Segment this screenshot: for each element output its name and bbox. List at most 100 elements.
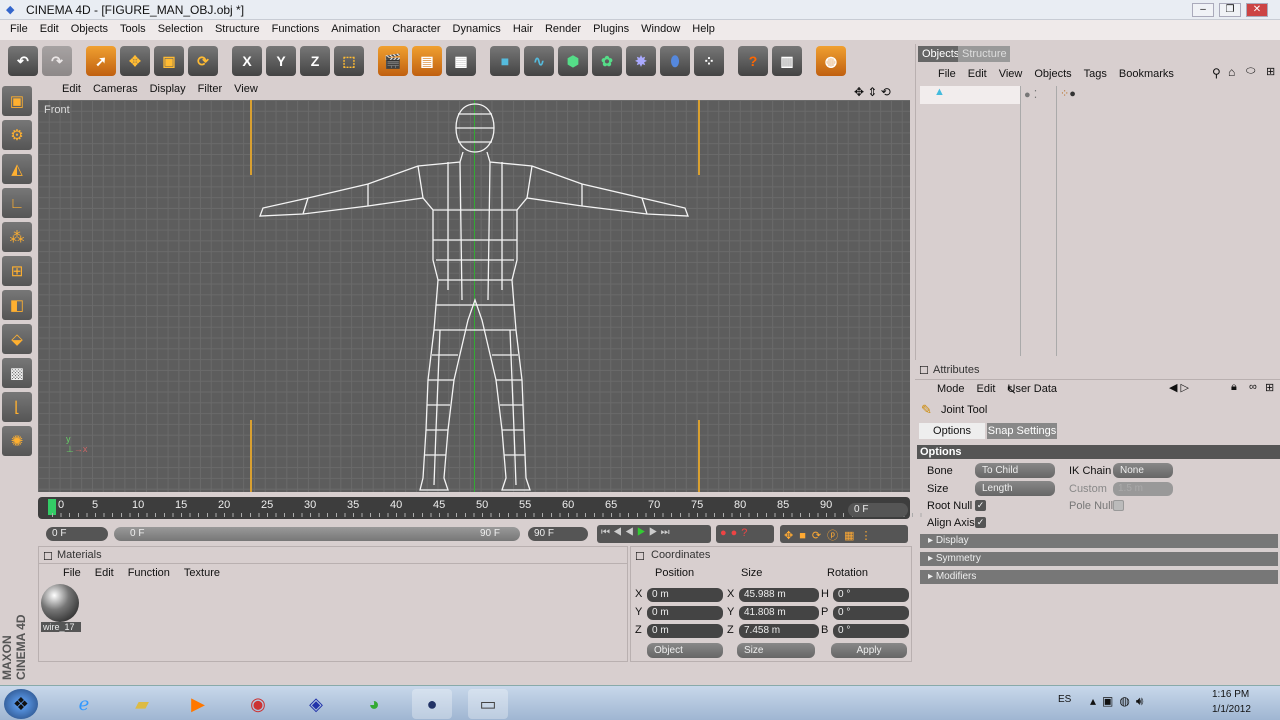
layout-icon[interactable]: ▥	[772, 46, 802, 76]
rotation-h-field[interactable]: 0 °	[833, 588, 909, 602]
render-settings-icon[interactable]: ▦	[446, 46, 476, 76]
new-panel-icon[interactable]: ⊞	[1266, 65, 1275, 78]
objects-menu-tags[interactable]: Tags	[1084, 68, 1107, 80]
menu-plugins[interactable]: Plugins	[587, 20, 635, 40]
locked-workplane-icon[interactable]: ⌊	[2, 392, 32, 422]
symmetry-group[interactable]: ▸ Symmetry	[920, 552, 1278, 566]
keyframe-controls[interactable]: ✥■⟳ⓟ▦⋮	[780, 525, 908, 543]
bone-dropdown[interactable]: To Child	[975, 463, 1055, 478]
objects-menu-bookmarks[interactable]: Bookmarks	[1119, 68, 1174, 80]
ik-chain-dropdown[interactable]: None	[1113, 463, 1173, 478]
new-panel-icon[interactable]: ⊞	[1265, 381, 1274, 394]
menu-window[interactable]: Window	[635, 20, 686, 40]
tab-objects[interactable]: Objects	[918, 46, 959, 62]
materials-checkbox[interactable]: ☐	[43, 550, 53, 563]
viewport-menu-edit[interactable]: Edit	[56, 80, 87, 100]
texture-mode-icon[interactable]: ⊞	[2, 256, 32, 286]
modifiers-group[interactable]: ▸ Modifiers	[920, 570, 1278, 584]
playback-controls[interactable]: ⏮◀◀▶▶⏭	[597, 525, 711, 543]
web-icon[interactable]: ◍	[816, 46, 846, 76]
viewport-menu-cameras[interactable]: Cameras	[87, 80, 144, 100]
record-controls[interactable]: ●●?	[716, 525, 774, 543]
coordinates-checkbox[interactable]: ☐	[635, 550, 645, 563]
menu-objects[interactable]: Objects	[65, 20, 114, 40]
material-swatch[interactable]: wire_17	[41, 584, 81, 638]
app-icon[interactable]: ◈	[296, 689, 336, 719]
use-object-mode-icon[interactable]: ⚙	[2, 120, 32, 150]
tab-structure[interactable]: Structure	[958, 46, 1010, 62]
use-edges-mode-icon[interactable]: ∟	[2, 188, 32, 218]
objects-menu-edit[interactable]: Edit	[968, 68, 987, 80]
menu-selection[interactable]: Selection	[152, 20, 209, 40]
material-tag-icon[interactable]: ⁘●	[1060, 87, 1076, 100]
window-taskbar-icon[interactable]: ▭	[468, 689, 508, 719]
rotation-p-field[interactable]: 0 °	[833, 606, 909, 620]
use-model-mode-icon[interactable]: ▣	[2, 86, 32, 116]
object-row-figure[interactable]: ▲	[920, 86, 1020, 104]
menu-dynamics[interactable]: Dynamics	[447, 20, 507, 40]
menu-render[interactable]: Render	[539, 20, 587, 40]
app-icon[interactable]: ◉	[238, 689, 278, 719]
rotate-icon[interactable]: ⟳	[188, 46, 218, 76]
select-pointer-icon[interactable]: ➚	[86, 46, 116, 76]
link-icon[interactable]: ∞	[1249, 381, 1257, 393]
rotation-b-field[interactable]: 0 °	[833, 624, 909, 638]
viewport-menu-filter[interactable]: Filter	[192, 80, 228, 100]
render-view-icon[interactable]: 🎬	[378, 46, 408, 76]
root-null-checkbox[interactable]: ✓	[975, 500, 986, 511]
tab-options[interactable]: Options	[919, 423, 985, 439]
deformer-icon[interactable]: ✸	[626, 46, 656, 76]
menu-hair[interactable]: Hair	[507, 20, 539, 40]
menu-functions[interactable]: Functions	[266, 20, 326, 40]
size-mode-dropdown[interactable]: Size	[737, 643, 815, 658]
use-polygons-mode-icon[interactable]: ⁂	[2, 222, 32, 252]
coord-mode-dropdown[interactable]: Object	[647, 643, 723, 658]
current-frame-field[interactable]: 0 F	[848, 503, 908, 517]
objects-menu-view[interactable]: View	[999, 68, 1023, 80]
tab-snap-settings[interactable]: Snap Settings	[987, 423, 1057, 439]
undo-icon[interactable]: ↶	[8, 46, 38, 76]
close-button[interactable]: ✕	[1246, 3, 1268, 17]
position-z-field[interactable]: 0 m	[647, 624, 723, 638]
position-y-field[interactable]: 0 m	[647, 606, 723, 620]
cinema4d-taskbar-icon[interactable]: ●	[412, 689, 452, 719]
end-frame-field[interactable]: 90 F	[528, 527, 588, 541]
explorer-folder-icon[interactable]: ▰	[122, 689, 162, 719]
size-x-field[interactable]: 45.988 m	[739, 588, 819, 602]
scene-icon[interactable]: ⬮	[660, 46, 690, 76]
viewport-menu-display[interactable]: Display	[144, 80, 192, 100]
position-x-field[interactable]: 0 m	[647, 588, 723, 602]
materials-menu-edit[interactable]: Edit	[95, 567, 114, 579]
start-button[interactable]: ❖	[4, 689, 38, 719]
x-axis-toggle[interactable]: X	[232, 46, 262, 76]
nav-back-icon[interactable]: ◀ ▷	[1169, 381, 1189, 394]
materials-menu-file[interactable]: File	[63, 567, 81, 579]
align-axis-checkbox[interactable]: ✓	[975, 517, 986, 528]
menu-help[interactable]: Help	[686, 20, 721, 40]
clock-time[interactable]: 1:16 PM	[1212, 689, 1249, 700]
menu-file[interactable]: File	[4, 20, 34, 40]
attributes-checkbox[interactable]: ☐	[919, 364, 929, 377]
timeline-ruler[interactable]: 0 5 10 15 20 25 30 35 40 45 50 55 60 65 …	[38, 497, 924, 519]
size-z-field[interactable]: 7.458 m	[739, 624, 819, 638]
size-dropdown[interactable]: Length	[975, 481, 1055, 496]
language-indicator[interactable]: ES	[1058, 694, 1071, 705]
sculpt-icon[interactable]: ✺	[2, 426, 32, 456]
snap-icon[interactable]: ▩	[2, 358, 32, 388]
attributes-menu-edit[interactable]: Edit	[977, 383, 996, 395]
search-icon[interactable]: ⚲	[1212, 66, 1221, 80]
lock-icon[interactable]: 🔒︎	[1231, 381, 1237, 394]
objects-menu-file[interactable]: File	[938, 68, 956, 80]
materials-menu-function[interactable]: Function	[128, 567, 170, 579]
move-icon[interactable]: ✥	[120, 46, 150, 76]
visibility-dots-icon[interactable]: ● ⁚	[1024, 88, 1037, 101]
internet-explorer-icon[interactable]: ℯ	[64, 689, 104, 719]
menu-tools[interactable]: Tools	[114, 20, 152, 40]
range-slider[interactable]: 0 F 90 F	[114, 527, 520, 541]
menu-animation[interactable]: Animation	[325, 20, 386, 40]
objects-menu-objects[interactable]: Objects	[1034, 68, 1071, 80]
chrome-icon[interactable]: ◕	[354, 689, 394, 719]
pole-null-checkbox[interactable]	[1113, 500, 1124, 511]
nurbs-icon[interactable]: ⬢	[558, 46, 588, 76]
y-axis-toggle[interactable]: Y	[266, 46, 296, 76]
